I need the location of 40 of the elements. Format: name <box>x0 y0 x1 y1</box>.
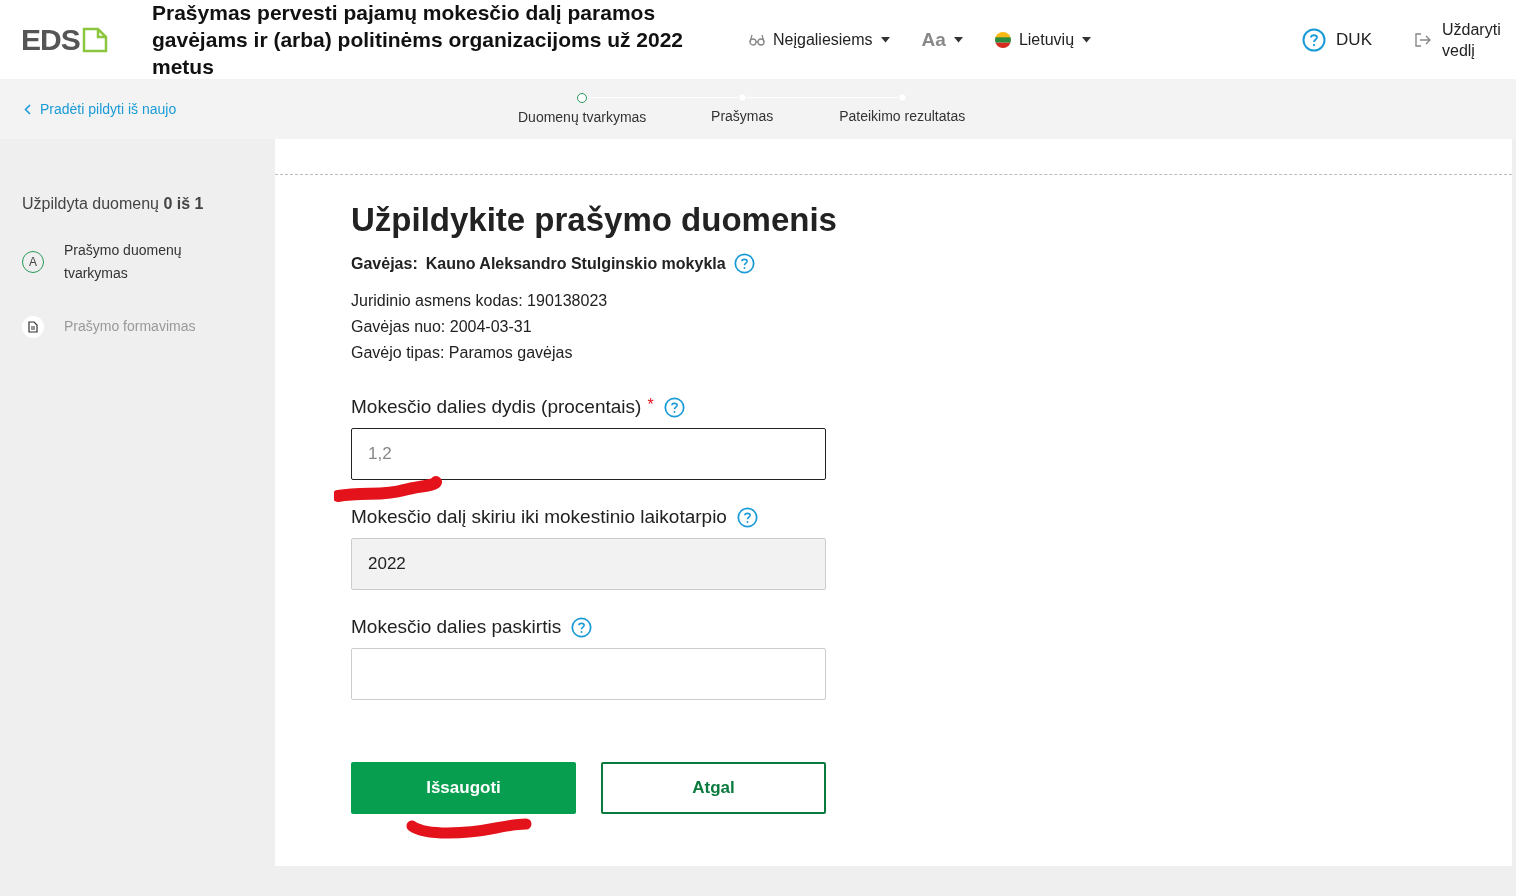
detail-text: Juridinio asmens kodas: 190138023 <box>351 291 609 311</box>
dropdown-menu[interactable]: Lietuvių <box>994 30 1092 49</box>
recipient-name: Kauno Aleksandro Stulginskio mokykla <box>425 254 726 273</box>
help-icon[interactable] <box>733 253 755 274</box>
input-field[interactable] <box>351 648 826 700</box>
step-label[interactable]: Prašymas <box>711 108 774 124</box>
progress-text: Užpildyta duomenų 0 iš 1 <box>22 195 205 213</box>
form-heading: Užpildykite prašymo duomenis <box>351 201 837 239</box>
required-mark: * <box>647 396 654 414</box>
glasses-icon <box>749 33 765 46</box>
detail-text: Gavėjo tipas: Paramos gavėjas <box>351 343 574 363</box>
logo-text: EDS <box>21 26 80 53</box>
caret-icon <box>880 36 890 43</box>
help-icon[interactable] <box>571 616 593 638</box>
field-label: Mokesčio dalį skiriu iki mokestinio laikotarpio <box>351 506 727 528</box>
caret-icon <box>1082 36 1092 43</box>
help-icon <box>1302 27 1327 52</box>
dropdown-menu[interactable]: Neįgaliesiems <box>749 30 890 49</box>
field-label: Mokesčio dalies paskirtis <box>351 616 562 638</box>
document-icon <box>81 26 108 53</box>
step-label[interactable]: Duomenų tvarkymas <box>518 109 647 125</box>
sidebar-item[interactable]: A Prašymo duomenų tvarkymas <box>22 239 275 285</box>
input-field[interactable]: 1,2 <box>351 428 826 480</box>
eds-logo[interactable]: EDS <box>21 26 131 53</box>
dropdown-menu[interactable]: Aa <box>921 28 963 51</box>
recipient-label: Gavėjas: <box>351 254 418 273</box>
detail-text: Gavėjas nuo: 2004-03-31 <box>351 317 533 337</box>
chevron-left-icon <box>24 103 31 115</box>
document-icon <box>22 315 44 338</box>
caret-icon <box>953 36 963 43</box>
help-link[interactable]: DUK <box>1302 27 1372 52</box>
help-icon[interactable] <box>736 506 758 528</box>
close-wizard-link[interactable]: Uždaryti vedlį <box>1414 18 1512 61</box>
exit-icon <box>1414 31 1432 48</box>
page-title: Prašymas pervesti pajamų mokesčio dalį paramos gavėjams ir (arba) politinėms organizacijoms už 2022 metus <box>152 0 685 80</box>
field-label: Mokesčio dalies dydis (procentais) <box>351 396 642 418</box>
help-icon[interactable] <box>663 396 685 418</box>
step-label[interactable]: Pateikimo rezultatas <box>839 108 966 124</box>
back-button[interactable]: Atgal <box>601 762 826 814</box>
flag-icon <box>994 31 1011 48</box>
